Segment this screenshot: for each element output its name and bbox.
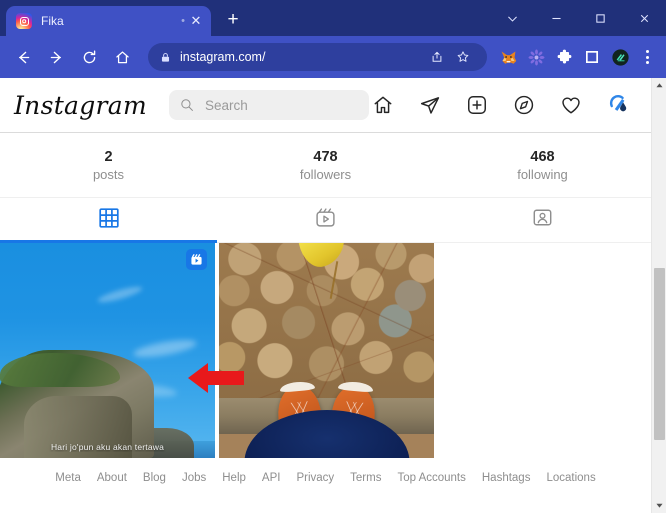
puzzle-piece-icon[interactable]	[551, 44, 577, 70]
back-arrow-icon[interactable]	[8, 42, 38, 72]
page-scrollbar[interactable]	[651, 78, 666, 513]
tab-close-icon[interactable]: ✕	[187, 12, 205, 30]
scroll-down-arrow-icon[interactable]	[652, 498, 666, 513]
reels-icon	[186, 249, 207, 270]
square-extension-icon[interactable]	[579, 44, 605, 70]
tab-grid[interactable]	[0, 198, 217, 243]
close-icon[interactable]	[622, 3, 666, 33]
post-image-cliff	[0, 243, 215, 458]
stat-following[interactable]: 468 following	[434, 149, 651, 182]
maximize-icon[interactable]	[578, 3, 622, 33]
footer-link-about[interactable]: About	[97, 472, 127, 484]
forward-arrow-icon[interactable]	[41, 42, 71, 72]
tab-search-chevron-down-icon[interactable]	[490, 3, 534, 33]
share-icon[interactable]	[425, 45, 449, 69]
tagged-icon	[532, 207, 553, 233]
instagram-header: Instagram	[0, 78, 651, 133]
dark-circle-extension-icon[interactable]	[607, 44, 633, 70]
profile-tabs	[0, 198, 651, 243]
search-input[interactable]	[203, 96, 359, 114]
footer-link-hashtags[interactable]: Hashtags	[482, 472, 531, 484]
scroll-up-arrow-icon[interactable]	[652, 78, 666, 93]
browser-toolbar: instagram.com/	[0, 36, 666, 78]
page-footer: Meta About Blog Jobs Help API Privacy Te…	[0, 458, 651, 484]
footer-link-api[interactable]: API	[262, 472, 281, 484]
post-tile-1[interactable]: Hari jo'pun aku akan tertawa	[0, 243, 215, 458]
reload-icon[interactable]	[74, 42, 104, 72]
tab-tagged[interactable]	[434, 198, 651, 242]
page-viewport: Instagram Search 2 posts 478 followers 4…	[0, 78, 666, 513]
metamask-fox-icon[interactable]	[495, 44, 521, 70]
stat-followers[interactable]: 478 followers	[217, 149, 434, 182]
window-controls	[490, 0, 666, 36]
search-box[interactable]	[169, 90, 370, 120]
stat-followers-count: 478	[313, 148, 338, 165]
footer-link-jobs[interactable]: Jobs	[182, 472, 206, 484]
footer-link-blog[interactable]: Blog	[143, 472, 166, 484]
footer-link-top-accounts[interactable]: Top Accounts	[397, 472, 465, 484]
stat-following-count: 468	[530, 148, 555, 165]
reels-icon	[315, 207, 336, 233]
scrollbar-thumb[interactable]	[654, 268, 665, 440]
tab-audio-dot: •	[181, 15, 185, 27]
home-icon[interactable]	[370, 92, 396, 118]
instagram-favicon	[16, 13, 32, 29]
stat-following-label: following	[517, 166, 568, 182]
address-bar[interactable]: instagram.com/	[148, 43, 487, 71]
browser-window: Fika • ✕ + instagram.com/ Instagram Sear…	[0, 0, 666, 513]
grid-icon	[98, 207, 119, 233]
purple-flower-icon[interactable]	[523, 44, 549, 70]
activity-heart-icon[interactable]	[558, 92, 584, 118]
profile-stats: 2 posts 478 followers 468 following	[0, 133, 651, 198]
new-tab-button[interactable]: +	[219, 6, 247, 34]
address-bar-url: instagram.com/	[180, 50, 266, 64]
star-icon[interactable]	[451, 45, 475, 69]
instagram-nav-icons	[370, 92, 637, 118]
footer-link-meta[interactable]: Meta	[55, 472, 81, 484]
stat-posts-count: 2	[104, 148, 113, 165]
home-button-icon[interactable]	[107, 42, 137, 72]
new-post-icon[interactable]	[464, 92, 490, 118]
instagram-logo[interactable]: Instagram	[14, 91, 147, 120]
minimize-icon[interactable]	[534, 3, 578, 33]
footer-link-help[interactable]: Help	[222, 472, 246, 484]
direct-message-icon[interactable]	[417, 92, 443, 118]
footer-link-privacy[interactable]: Privacy	[296, 472, 334, 484]
instagram-page: Instagram Search 2 posts 478 followers 4…	[0, 78, 651, 513]
browser-tab-fika[interactable]: Fika • ✕	[6, 6, 211, 36]
post-caption-overlay: Hari jo'pun aku akan tertawa	[50, 442, 165, 452]
footer-link-locations[interactable]: Locations	[546, 472, 595, 484]
footer-link-terms[interactable]: Terms	[350, 472, 381, 484]
search-icon	[180, 98, 194, 112]
stat-posts-label: posts	[92, 166, 125, 182]
browser-titlebar: Fika • ✕ +	[0, 0, 666, 36]
lock-icon	[160, 52, 171, 63]
tab-reels[interactable]	[217, 198, 434, 242]
post-image-shoes	[219, 243, 434, 458]
explore-icon[interactable]	[511, 92, 537, 118]
stat-followers-label: followers	[299, 166, 352, 182]
tab-title: Fika	[41, 14, 64, 28]
stat-posts[interactable]: 2 posts	[0, 149, 217, 182]
profile-avatar[interactable]	[605, 92, 631, 118]
post-grid: Hari jo'pun aku akan tertawa	[0, 243, 651, 458]
browser-menu-icon[interactable]	[636, 44, 658, 70]
tab-strip: Fika • ✕ +	[0, 0, 490, 36]
post-tile-2[interactable]	[219, 243, 434, 458]
